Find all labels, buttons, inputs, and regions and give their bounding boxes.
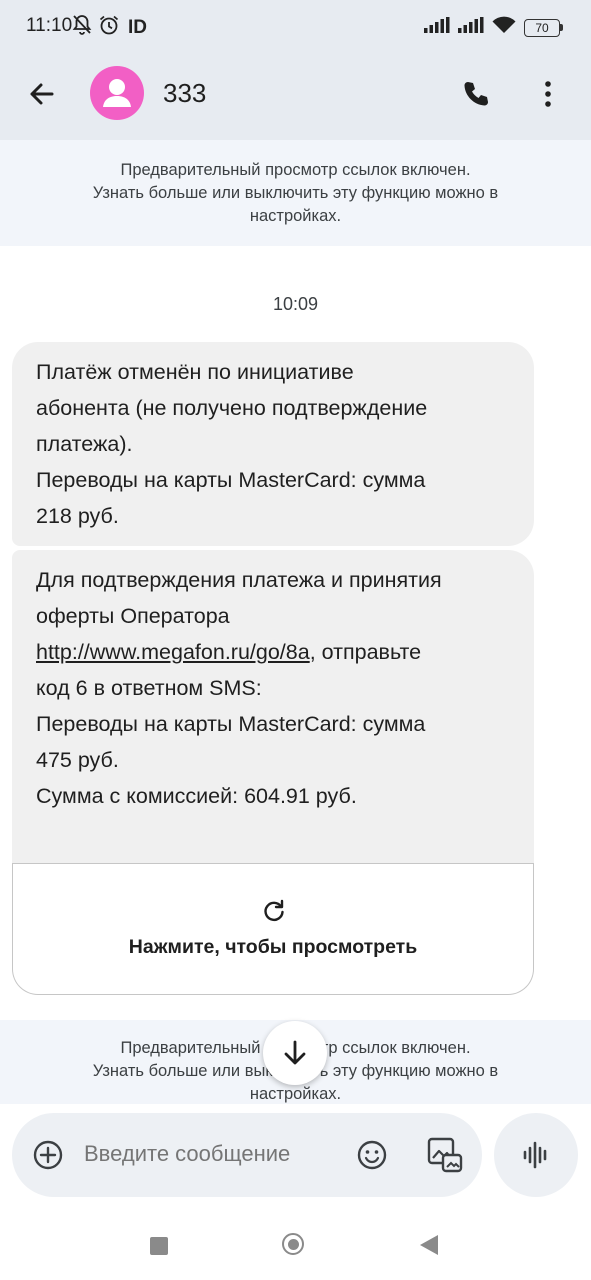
message-input[interactable]: [84, 1141, 324, 1167]
emoji-icon: [357, 1140, 387, 1170]
battery-icon: 70: [524, 18, 563, 37]
contact-name[interactable]: 333: [163, 78, 206, 109]
link-preview-notice[interactable]: Предварительный просмотр ссылок включен.…: [0, 140, 591, 246]
link-preview-card[interactable]: Нажмите, чтобы просмотреть: [12, 864, 534, 995]
arrow-down-icon: [284, 1040, 306, 1065]
message-bubble[interactable]: Для подтверждения платежа и принятия офе…: [12, 550, 534, 864]
gallery-button[interactable]: [426, 1136, 464, 1174]
phone-icon: [464, 82, 488, 106]
add-circle-icon: [33, 1140, 63, 1170]
message-line: оферты Оператора: [36, 604, 230, 628]
message-bubble[interactable]: Платёж отменён по инициативе абонента (н…: [12, 342, 534, 546]
mute-notifications-icon: [72, 14, 92, 41]
notice-line: настройках.: [249, 207, 342, 225]
person-icon: [103, 79, 131, 107]
message-link[interactable]: http://www.megafon.ru/go/8a: [36, 640, 310, 664]
message-line: http://www.megafon.ru/go/8a, отправьте: [36, 634, 510, 670]
message-composer: [12, 1113, 482, 1197]
message-timestamp: 10:09: [272, 294, 319, 314]
status-id-indicator: ID: [128, 16, 147, 38]
voice-message-button[interactable]: [494, 1113, 578, 1197]
avatar[interactable]: [90, 66, 144, 120]
message-line: платежа).: [36, 432, 133, 456]
notice-line: Предварительный просмотр ссылок включен.: [120, 161, 471, 179]
message-line: Сумма с комиссией: 604.91 руб.: [36, 784, 357, 808]
recent-apps-button[interactable]: [150, 1237, 168, 1255]
message-line: Переводы на карты MasterCard: сумма: [36, 468, 426, 492]
alarm-icon: [98, 14, 120, 41]
more-options-button[interactable]: [534, 74, 562, 114]
battery-level: 70: [524, 18, 560, 37]
add-attachment-button[interactable]: [32, 1139, 64, 1171]
system-navigation-bar: [0, 1210, 591, 1280]
status-bar: 11:10 ID 70: [0, 0, 591, 56]
gallery-icon: [427, 1137, 463, 1173]
signal-icon: [424, 17, 450, 38]
wifi-icon: [492, 16, 516, 39]
notice-line: Узнать больше или выключить эту функцию …: [92, 184, 499, 202]
emoji-button[interactable]: [356, 1139, 388, 1171]
message-text: , отправьте: [309, 640, 422, 664]
message-line: 475 руб.: [36, 748, 119, 772]
call-button[interactable]: [456, 74, 496, 114]
message-line: 218 руб.: [36, 504, 119, 528]
nav-back-button[interactable]: [420, 1235, 438, 1255]
message-line: Переводы на карты MasterCard: сумма: [36, 712, 426, 736]
message-line: код 6 в ответном SMS:: [36, 676, 262, 700]
voice-waveform-icon: [523, 1141, 547, 1169]
message-line: Платёж отменён по инициативе: [36, 360, 354, 384]
status-time: 11:10: [26, 15, 73, 36]
arrow-back-icon: [30, 83, 54, 105]
back-button[interactable]: [22, 74, 62, 114]
message-line: Для подтверждения платежа и принятия: [36, 568, 442, 592]
message-line: абонента (не получено подтверждение: [36, 396, 428, 420]
notice-line: настройках.: [249, 1085, 342, 1103]
scroll-to-bottom-button[interactable]: [263, 1021, 327, 1085]
more-vert-icon: [545, 81, 551, 107]
preview-label: Нажмите, чтобы просмотреть: [128, 936, 418, 958]
conversation-header: 333: [0, 56, 591, 140]
home-button[interactable]: [282, 1233, 304, 1255]
refresh-icon: [264, 899, 284, 922]
signal-2-icon: [458, 17, 484, 38]
